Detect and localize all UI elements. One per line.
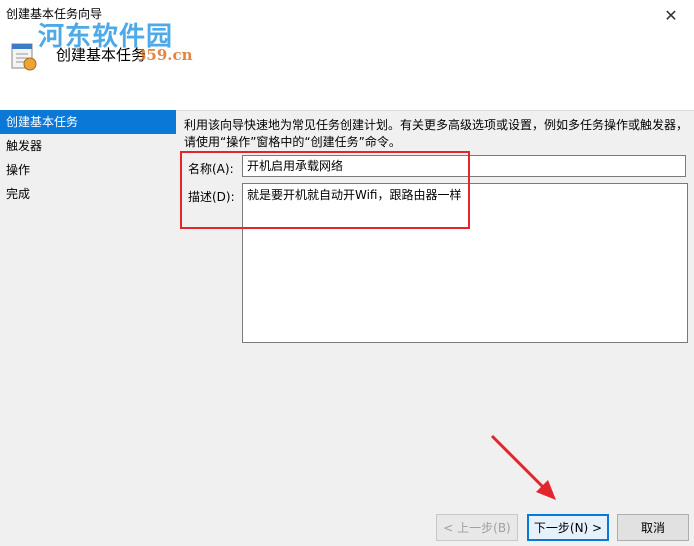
wizard-header: 河东软件园 创建基本任务 359.cn [0,22,694,111]
step-action[interactable]: 操作 [0,158,176,182]
cancel-button[interactable]: 取消 [617,514,689,541]
task-scheduler-icon [11,43,37,71]
annotation-arrow-icon [490,434,556,500]
step-finish[interactable]: 完成 [0,182,176,206]
wizard-steps: 创建基本任务 触发器 操作 完成 [0,110,176,510]
watermark-url: 359.cn [136,46,193,64]
step-trigger[interactable]: 触发器 [0,134,176,158]
back-button[interactable]: < 上一步(B) [436,514,518,541]
description-text: 利用该向导快速地为常见任务创建计划。有关更多高级选项或设置，例如多任务操作或触发… [184,118,689,149]
page-title: 创建基本任务 [56,46,147,64]
annotation-highlight-box [180,151,470,229]
next-button[interactable]: 下一步(N) > [527,514,609,541]
wizard-description: 利用该向导快速地为常见任务创建计划。有关更多高级选项或设置，例如多任务操作或触发… [184,117,690,151]
step-create-basic-task[interactable]: 创建基本任务 [0,110,176,134]
close-icon[interactable]: ✕ [648,0,694,30]
